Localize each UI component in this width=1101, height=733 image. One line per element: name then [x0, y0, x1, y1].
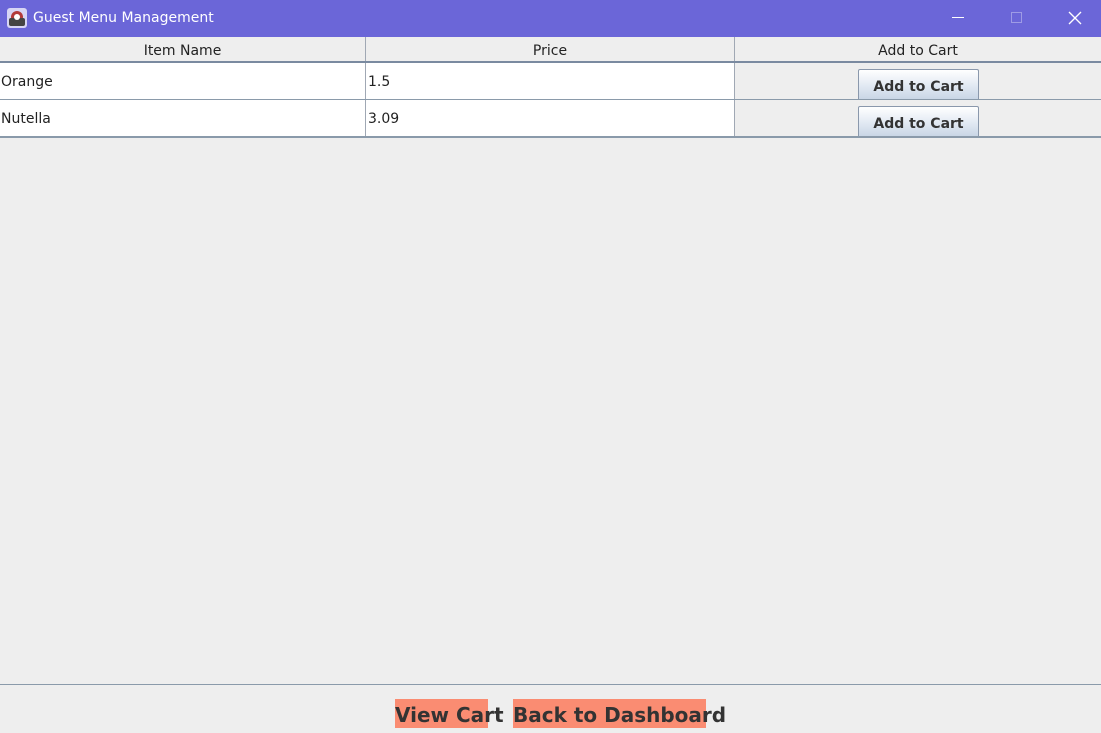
price-cell[interactable]: 1.5	[366, 63, 735, 99]
close-icon	[1068, 11, 1082, 25]
add-to-cart-button[interactable]: Add to Cart	[858, 69, 979, 99]
table-row: Nutella 3.09 Add to Cart	[0, 100, 1101, 138]
item-name-cell[interactable]: Nutella	[0, 100, 366, 136]
action-cell: Add to Cart	[735, 100, 1101, 136]
back-to-dashboard-button[interactable]: Back to Dashboard	[513, 699, 726, 728]
view-cart-button[interactable]: View Cart	[395, 699, 504, 728]
maximize-button[interactable]	[987, 0, 1045, 37]
window-title: Guest Menu Management	[33, 10, 214, 26]
maximize-icon	[1011, 12, 1022, 23]
table-row: Orange 1.5 Add to Cart	[0, 63, 1101, 100]
table-header: Item Name Price Add to Cart	[0, 37, 1101, 63]
close-button[interactable]	[1045, 0, 1101, 37]
column-header-item-name[interactable]: Item Name	[0, 37, 366, 61]
app-icon	[7, 8, 27, 28]
minimize-icon	[952, 17, 964, 18]
footer-divider	[0, 684, 1101, 685]
title-bar: Guest Menu Management	[0, 0, 1101, 37]
minimize-button[interactable]	[929, 0, 987, 37]
item-name-cell[interactable]: Orange	[0, 63, 366, 99]
add-to-cart-button[interactable]: Add to Cart	[858, 106, 979, 136]
column-header-add-to-cart[interactable]: Add to Cart	[735, 37, 1101, 61]
price-cell[interactable]: 3.09	[366, 100, 735, 136]
action-cell: Add to Cart	[735, 63, 1101, 99]
column-header-price[interactable]: Price	[366, 37, 735, 61]
